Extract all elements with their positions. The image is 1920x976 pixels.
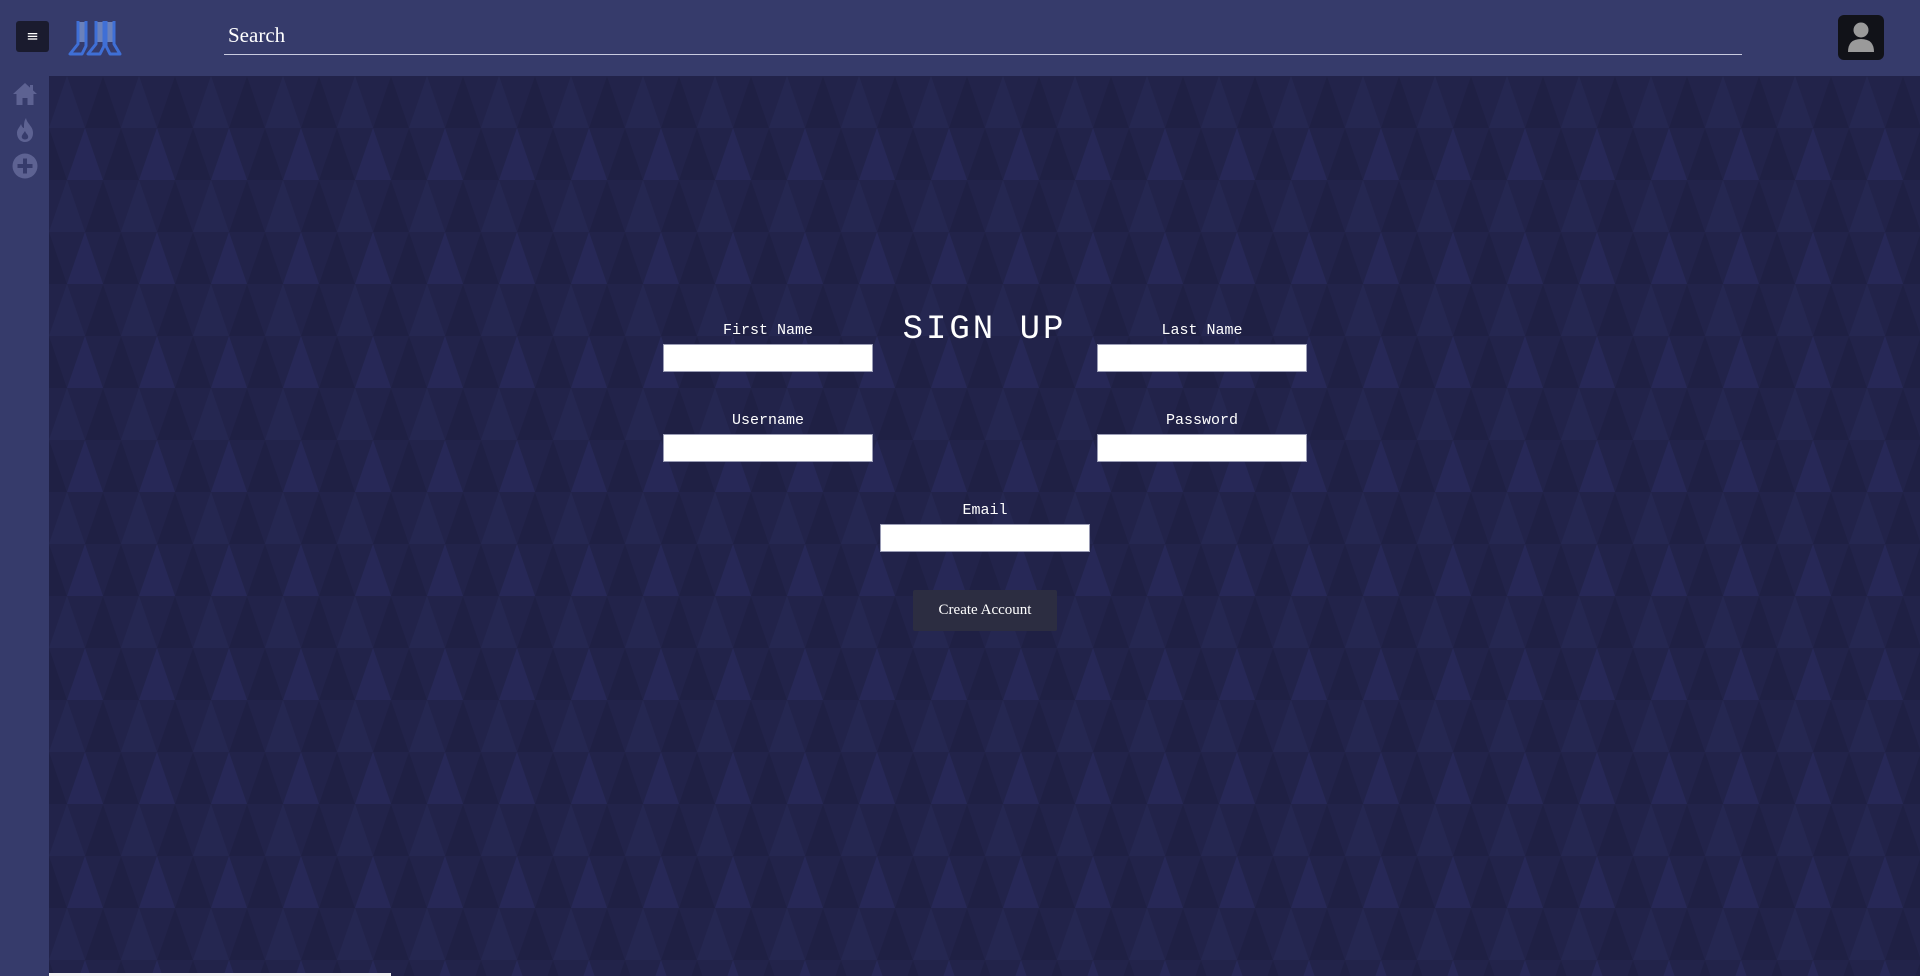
logo-icon[interactable] — [66, 18, 122, 58]
flame-icon[interactable] — [11, 116, 39, 144]
email-group: Email — [880, 502, 1090, 552]
last-name-label: Last Name — [1161, 322, 1243, 339]
sidebar — [0, 76, 49, 976]
email-input[interactable] — [880, 524, 1090, 552]
first-name-input[interactable] — [663, 344, 873, 372]
main-content: SIGN UP First Name Last Name Username Pa… — [49, 76, 1920, 976]
password-label: Password — [1165, 412, 1238, 429]
first-name-group: First Name — [663, 322, 873, 372]
last-name-group: Last Name — [1097, 322, 1307, 372]
search-bar[interactable] — [224, 16, 1742, 55]
first-name-label: First Name — [722, 322, 813, 339]
search-input[interactable] — [224, 16, 1742, 54]
top-bar: ≡ — [0, 0, 1920, 76]
page-title: SIGN UP — [902, 311, 1067, 349]
username-group: Username — [663, 412, 873, 462]
user-icon — [1848, 22, 1874, 52]
hamburger-menu-button[interactable]: ≡ — [16, 21, 49, 52]
home-icon[interactable] — [11, 80, 39, 108]
email-label: Email — [962, 502, 1008, 519]
username-label: Username — [731, 412, 804, 429]
profile-button[interactable] — [1838, 15, 1884, 60]
create-account-button[interactable]: Create Account — [913, 590, 1057, 631]
plus-circle-icon[interactable] — [11, 152, 39, 180]
username-input[interactable] — [663, 434, 873, 462]
password-group: Password — [1097, 412, 1307, 462]
last-name-input[interactable] — [1097, 344, 1307, 372]
password-input[interactable] — [1097, 434, 1307, 462]
